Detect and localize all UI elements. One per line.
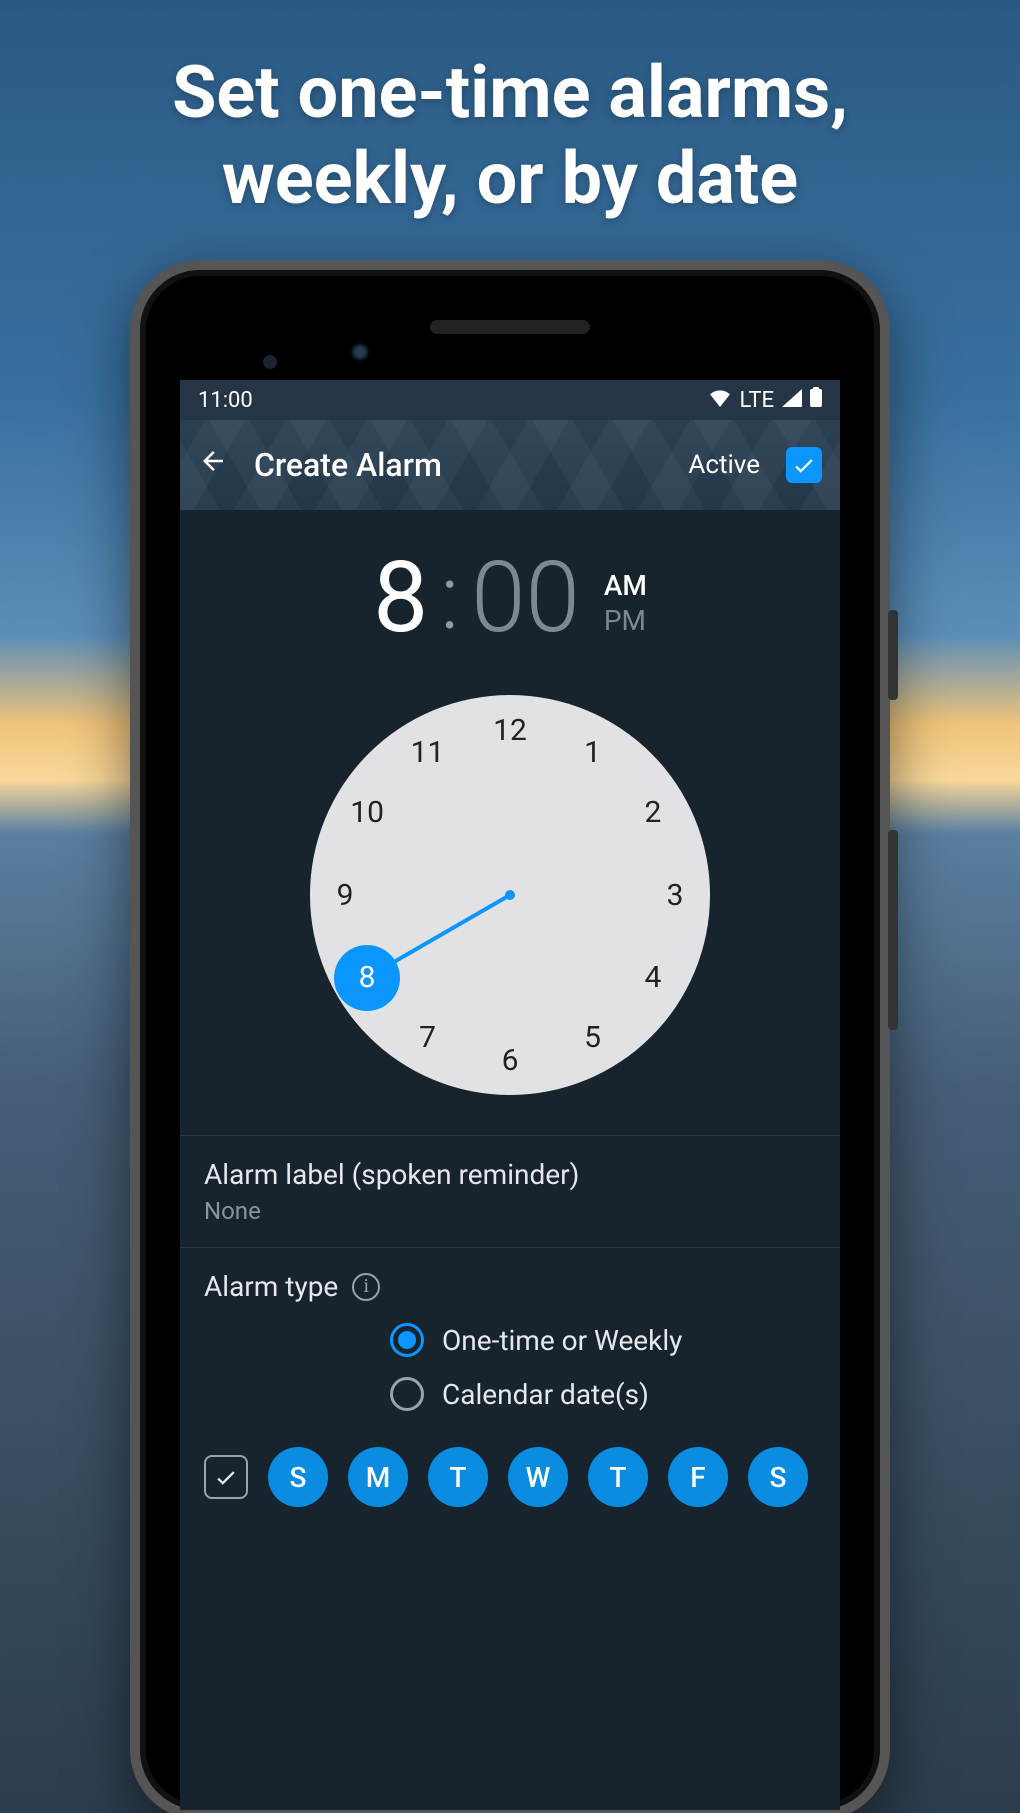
alarm-type-option-0[interactable]: One-time or Weekly — [180, 1313, 840, 1367]
alarm-type-header: Alarm type i — [180, 1248, 840, 1313]
statusbar-right: LTE — [709, 387, 822, 413]
minute-value[interactable]: 00 — [471, 540, 580, 655]
phone-screen: 11:00 LTE Create Alarm Active — [180, 380, 840, 1810]
phone-mockup: 11:00 LTE Create Alarm Active — [130, 260, 890, 1813]
back-icon[interactable] — [198, 445, 228, 485]
status-bar: 11:00 LTE — [180, 380, 840, 420]
marketing-headline: Set one-time alarms, weekly, or by date — [0, 0, 1020, 223]
phone-side-button-2 — [888, 830, 898, 1030]
alarm-label-row[interactable]: Alarm label (spoken reminder) None — [180, 1136, 840, 1247]
headline-line1: Set one-time alarms, — [0, 50, 1020, 136]
page-title: Create Alarm — [254, 446, 442, 484]
statusbar-time: 11:00 — [198, 388, 253, 413]
clock-number-9[interactable]: 9 — [325, 875, 365, 915]
alarm-label-title: Alarm label (spoken reminder) — [204, 1158, 816, 1191]
pm-toggle[interactable]: PM — [604, 604, 647, 637]
days-row: SMTWTFS — [180, 1421, 840, 1507]
clock-number-10[interactable]: 10 — [347, 793, 387, 833]
day-6[interactable]: S — [748, 1447, 808, 1507]
headline-line2: weekly, or by date — [0, 136, 1020, 222]
clock-number-11[interactable]: 11 — [408, 732, 448, 772]
am-toggle[interactable]: AM — [604, 569, 647, 602]
phone-side-button-1 — [888, 610, 898, 700]
info-icon[interactable]: i — [352, 1273, 380, 1301]
clock-number-5[interactable]: 5 — [573, 1018, 613, 1058]
clock-number-12[interactable]: 12 — [490, 710, 530, 750]
alarm-label-value: None — [204, 1197, 816, 1225]
active-label: Active — [688, 450, 760, 480]
clock-number-4[interactable]: 4 — [633, 958, 673, 998]
radio-label: Calendar date(s) — [442, 1378, 649, 1411]
battery-icon — [810, 387, 822, 413]
day-1[interactable]: M — [348, 1447, 408, 1507]
day-2[interactable]: T — [428, 1447, 488, 1507]
day-5[interactable]: F — [668, 1447, 728, 1507]
signal-icon — [782, 388, 802, 413]
radio-icon — [390, 1377, 424, 1411]
day-3[interactable]: W — [508, 1447, 568, 1507]
day-4[interactable]: T — [588, 1447, 648, 1507]
network-label: LTE — [739, 388, 774, 413]
hour-value[interactable]: 8 — [373, 540, 428, 655]
clock-number-2[interactable]: 2 — [633, 793, 673, 833]
active-checkbox[interactable] — [786, 447, 822, 483]
clock-number-3[interactable]: 3 — [655, 875, 695, 915]
clock-number-1[interactable]: 1 — [573, 732, 613, 772]
select-all-days-checkbox[interactable] — [204, 1455, 248, 1499]
day-0[interactable]: S — [268, 1447, 328, 1507]
clock-center-dot — [505, 890, 515, 900]
alarm-type-title: Alarm type — [204, 1270, 338, 1303]
clock-number-7[interactable]: 7 — [408, 1018, 448, 1058]
app-bar: Create Alarm Active — [180, 420, 840, 510]
radio-label: One-time or Weekly — [442, 1324, 682, 1357]
clock-selected-hour[interactable]: 8 — [334, 945, 400, 1011]
wifi-icon — [709, 388, 731, 413]
radio-icon — [390, 1323, 424, 1357]
clock-picker[interactable]: 1212345678910118 — [180, 665, 840, 1135]
alarm-type-option-1[interactable]: Calendar date(s) — [180, 1367, 840, 1421]
time-display: 8 : 00 AM PM — [180, 510, 840, 665]
clock-number-6[interactable]: 6 — [490, 1040, 530, 1080]
time-separator: : — [440, 545, 459, 650]
